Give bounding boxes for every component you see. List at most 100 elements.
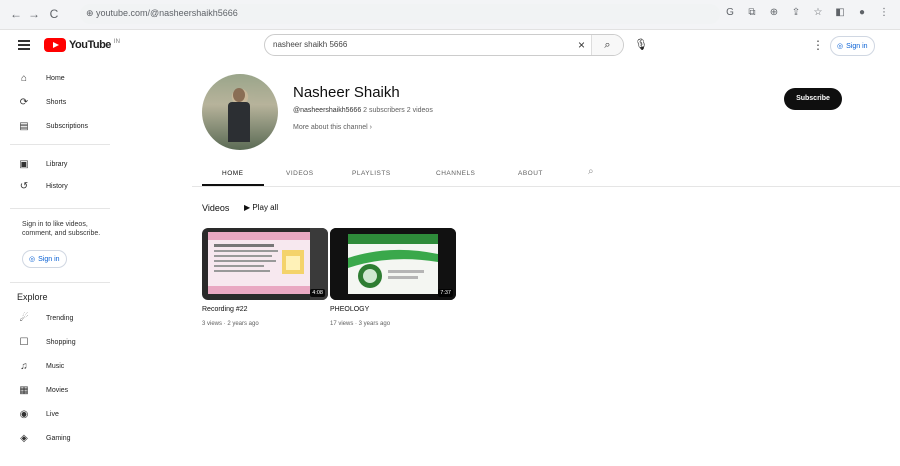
forward-icon[interactable]: → <box>26 6 42 22</box>
tab-playlists[interactable]: PLAYLISTS <box>352 170 391 177</box>
microphone-icon[interactable]: 🎙︎ <box>634 38 648 51</box>
channel-about-link[interactable]: More about this channel › <box>293 124 372 131</box>
channel-name: Nasheer Shaikh <box>293 84 400 101</box>
tab-about[interactable]: ABOUT <box>518 170 543 177</box>
sign-in-button[interactable]: ◎ Sign in <box>830 36 875 56</box>
sidebar-item-gaming[interactable]: ◈ Gaming <box>0 428 120 448</box>
settings-kebab-icon[interactable]: ⋮ <box>812 38 824 52</box>
video-duration: 4:08 <box>310 289 325 297</box>
back-icon[interactable]: ← <box>8 6 24 22</box>
channel-tabs: HOME VIDEOS PLAYLISTS CHANNELS ABOUT <box>192 164 892 186</box>
extension-icon[interactable]: ⧉ <box>746 7 758 18</box>
hamburger-menu-icon[interactable] <box>18 40 30 50</box>
reload-icon[interactable]: C <box>46 6 62 22</box>
channel-stats: 2 subscribers 2 videos <box>363 107 433 114</box>
shorts-icon: ⟳ <box>19 96 29 108</box>
home-icon: ⌂ <box>20 72 28 84</box>
play-all-button[interactable]: ▶ Play all <box>244 203 278 212</box>
sidebar-item-library[interactable]: ▣ Library <box>0 154 120 174</box>
video-meta: 3 views · 2 years ago <box>202 321 259 327</box>
guide-sidebar: ⌂ Home ⟳ Shorts ▤ Subscriptions ▣ Librar… <box>0 62 120 466</box>
search-input[interactable]: nasheer shaikh 5666 <box>273 40 347 49</box>
sidebar-item-shorts[interactable]: ⟳ Shorts <box>0 92 120 112</box>
music-note-icon: ♫ <box>20 360 28 372</box>
tabs-divider <box>192 186 900 187</box>
sidebar-item-label: Subscriptions <box>46 122 89 130</box>
video-title[interactable]: Recording #22 <box>202 306 248 313</box>
google-icon[interactable]: G <box>724 7 736 18</box>
account-icon: ◎ <box>29 256 36 263</box>
search-box[interactable]: nasheer shaikh 5666 × ⌕ <box>264 34 624 56</box>
thumbnail-image <box>330 228 456 300</box>
chevron-right-icon: › <box>369 124 373 131</box>
menu-icon[interactable]: ⋮ <box>878 7 890 18</box>
sidebar-item-label: Home <box>46 74 65 82</box>
tab-home[interactable]: HOME <box>222 170 244 177</box>
zoom-icon[interactable]: ⊕ <box>768 7 780 18</box>
video-duration: 7:37 <box>438 289 453 297</box>
sign-in-label: Sign in <box>38 255 60 263</box>
sign-in-label: Sign in <box>846 42 868 50</box>
channel-meta: @nasheershaikh5666 2 subscribers 2 video… <box>293 107 433 114</box>
subscriptions-icon: ▤ <box>19 120 29 132</box>
avatar-person-body <box>228 102 250 142</box>
sidebar-item-label: Trending <box>46 314 74 322</box>
play-all-label: Play all <box>252 203 279 212</box>
sidebar-item-label: History <box>46 182 68 190</box>
profile-icon[interactable]: ● <box>856 7 868 18</box>
site-info-icon[interactable]: ⊕ <box>86 8 94 19</box>
sidebar-divider <box>10 144 110 145</box>
explore-heading: Explore <box>17 292 48 302</box>
youtube-logo[interactable]: YouTube IN <box>44 38 120 52</box>
sidebar-divider <box>10 208 110 209</box>
browser-actions: G ⧉ ⊕ ⇪ ☆ ◧ ● ⋮ <box>724 7 890 18</box>
live-icon: ◉ <box>19 408 29 420</box>
sidebar-item-label: Music <box>46 362 65 370</box>
sidepanel-icon[interactable]: ◧ <box>834 7 846 18</box>
sidebar-item-shopping[interactable]: ☐ Shopping <box>0 332 120 352</box>
sidebar-item-label: Shorts <box>46 98 67 106</box>
tab-channels[interactable]: CHANNELS <box>436 170 475 177</box>
sidebar-item-live[interactable]: ◉ Live <box>0 404 120 424</box>
about-link-label: More about this channel <box>293 124 368 131</box>
tab-videos[interactable]: VIDEOS <box>286 170 314 177</box>
sidebar-item-home[interactable]: ⌂ Home <box>0 68 120 88</box>
sidebar-item-history[interactable]: ↺ History <box>0 176 120 196</box>
sidebar-item-label: Movies <box>46 386 69 394</box>
video-thumbnail[interactable]: 7:37 <box>330 228 456 300</box>
url-text[interactable]: youtube.com/@nasheershaikh5666 <box>96 8 238 18</box>
share-icon[interactable]: ⇪ <box>790 7 802 18</box>
browser-toolbar: ← → C ⊕ youtube.com/@nasheershaikh5666 G… <box>0 0 900 30</box>
videos-section-title[interactable]: Videos <box>202 203 229 213</box>
thumbnail-image <box>202 228 328 300</box>
subscribe-button[interactable]: Subscribe <box>784 88 842 110</box>
bookmark-icon[interactable]: ☆ <box>812 7 824 18</box>
channel-avatar <box>202 74 278 150</box>
avatar-person-head <box>233 88 245 102</box>
play-icon: ▶ <box>244 203 251 212</box>
video-thumbnail[interactable]: 4:08 <box>202 228 328 300</box>
sidebar-item-subscriptions[interactable]: ▤ Subscriptions <box>0 116 120 136</box>
sidebar-item-music[interactable]: ♫ Music <box>0 356 120 376</box>
channel-handle: @nasheershaikh5666 <box>293 107 362 114</box>
sidebar-item-label: Live <box>46 410 59 418</box>
video-title[interactable]: PHEOLOGY <box>330 306 369 313</box>
clear-search-icon[interactable]: × <box>578 38 585 52</box>
history-icon: ↺ <box>19 180 29 192</box>
sidebar-item-label: Shopping <box>46 338 76 346</box>
sidebar-divider <box>10 282 110 283</box>
account-icon: ◎ <box>837 43 844 50</box>
logo-country: IN <box>113 39 120 45</box>
channel-search-icon[interactable]: ⌕ <box>588 166 594 177</box>
clapperboard-icon: ▦ <box>19 384 29 396</box>
sidebar-item-label: Gaming <box>46 434 71 442</box>
sidebar-sign-in-button[interactable]: ◎ Sign in <box>22 250 67 268</box>
youtube-play-icon <box>44 38 66 52</box>
trending-icon: ☄ <box>19 312 29 324</box>
video-meta: 17 views · 3 years ago <box>330 321 391 327</box>
sidebar-item-movies[interactable]: ▦ Movies <box>0 380 120 400</box>
gamepad-icon: ◈ <box>20 432 28 444</box>
sidebar-item-label: Library <box>46 160 68 168</box>
search-button[interactable]: ⌕ <box>591 35 623 55</box>
sidebar-item-trending[interactable]: ☄ Trending <box>0 308 120 328</box>
